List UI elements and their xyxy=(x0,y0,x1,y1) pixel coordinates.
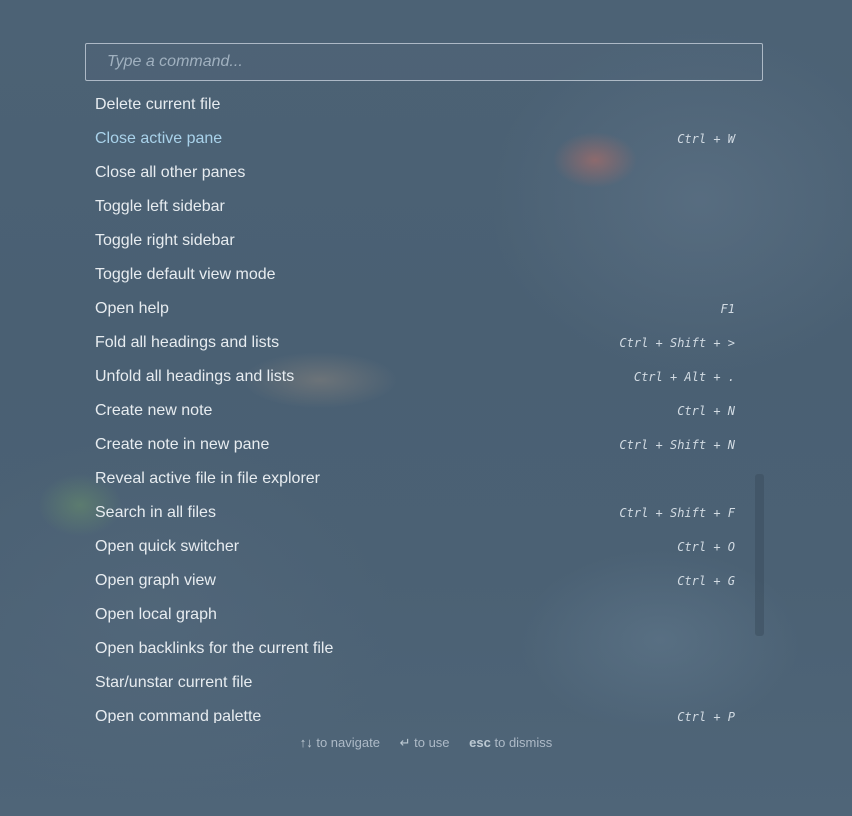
instruction-navigate: ↑↓ to navigate xyxy=(300,735,380,750)
command-hotkey: Ctrl + Shift + N xyxy=(619,438,735,452)
command-item[interactable]: Close active pane Ctrl + W xyxy=(85,122,745,156)
command-search-box[interactable] xyxy=(85,43,763,81)
command-item[interactable]: Open local graph xyxy=(85,598,745,632)
command-hotkey: Ctrl + W xyxy=(677,132,735,146)
command-search-input[interactable] xyxy=(86,44,762,80)
navigate-arrows-icon: ↑↓ xyxy=(299,735,313,750)
instruction-dismiss-label: to dismiss xyxy=(494,735,553,750)
command-name: Toggle default view mode xyxy=(95,266,276,283)
command-item[interactable]: Open quick switcher Ctrl + O xyxy=(85,530,745,564)
command-name: Reveal active file in file explorer xyxy=(95,470,320,487)
command-item[interactable]: Search in all files Ctrl + Shift + F xyxy=(85,496,745,530)
command-item[interactable]: Open backlinks for the current file xyxy=(85,632,745,666)
esc-key-label: esc xyxy=(469,735,491,750)
instruction-dismiss: esc to dismiss xyxy=(469,735,552,750)
command-name: Open command palette xyxy=(95,708,262,723)
command-item[interactable]: Create new note Ctrl + N xyxy=(85,394,745,428)
command-name: Create new note xyxy=(95,402,213,419)
command-item[interactable]: Toggle default view mode xyxy=(85,258,745,292)
command-item[interactable]: Delete current file xyxy=(85,88,745,122)
command-item[interactable]: Star/unstar current file xyxy=(85,666,745,700)
command-name: Open local graph xyxy=(95,606,217,623)
command-name: Open graph view xyxy=(95,572,216,589)
command-item[interactable]: Toggle right sidebar xyxy=(85,224,745,258)
command-name: Fold all headings and lists xyxy=(95,334,280,351)
command-hotkey: Ctrl + G xyxy=(677,574,735,588)
command-name: Open help xyxy=(95,300,169,317)
prompt-instructions: ↑↓ to navigate ↵ to use esc to dismiss xyxy=(0,735,852,751)
command-name: Close active pane xyxy=(95,130,223,147)
command-name: Toggle left sidebar xyxy=(95,198,225,215)
command-item[interactable]: Reveal active file in file explorer xyxy=(85,462,745,496)
command-item[interactable]: Fold all headings and lists Ctrl + Shift … xyxy=(85,326,745,360)
instruction-navigate-label: to navigate xyxy=(316,735,380,750)
command-hotkey: Ctrl + O xyxy=(677,540,735,554)
command-name: Star/unstar current file xyxy=(95,674,253,691)
instruction-use-label: to use xyxy=(414,735,450,750)
command-item[interactable]: Open graph view Ctrl + G xyxy=(85,564,745,598)
instruction-use: ↵ to use xyxy=(400,735,450,751)
enter-key-icon: ↵ xyxy=(399,735,411,750)
command-name: Search in all files xyxy=(95,504,216,521)
command-name: Open backlinks for the current file xyxy=(95,640,334,657)
command-name: Unfold all headings and lists xyxy=(95,368,295,385)
command-item[interactable]: Unfold all headings and lists Ctrl + Alt … xyxy=(85,360,745,394)
command-item[interactable]: Close all other panes xyxy=(85,156,745,190)
command-hotkey: Ctrl + N xyxy=(677,404,735,418)
command-item[interactable]: Toggle left sidebar xyxy=(85,190,745,224)
command-item[interactable]: Open help F1 xyxy=(85,292,745,326)
command-name: Toggle right sidebar xyxy=(95,232,235,249)
command-name: Close all other panes xyxy=(95,164,246,181)
command-name: Delete current file xyxy=(95,96,221,113)
scrollbar-thumb[interactable] xyxy=(755,474,764,636)
command-hotkey: Ctrl + Alt + . xyxy=(633,370,735,384)
command-hotkey: Ctrl + Shift + F xyxy=(619,506,735,520)
command-results-list[interactable]: Delete current file Close active pane Ctrl… xyxy=(85,88,745,723)
command-name: Open quick switcher xyxy=(95,538,240,555)
command-name: Create note in new pane xyxy=(95,436,270,453)
command-hotkey: Ctrl + Shift + > xyxy=(619,336,735,350)
command-item[interactable]: Create note in new pane Ctrl + Shift + N xyxy=(85,428,745,462)
command-hotkey: F1 xyxy=(720,302,735,316)
command-hotkey: Ctrl + P xyxy=(677,710,735,723)
command-item[interactable]: Open command palette Ctrl + P xyxy=(85,700,745,723)
